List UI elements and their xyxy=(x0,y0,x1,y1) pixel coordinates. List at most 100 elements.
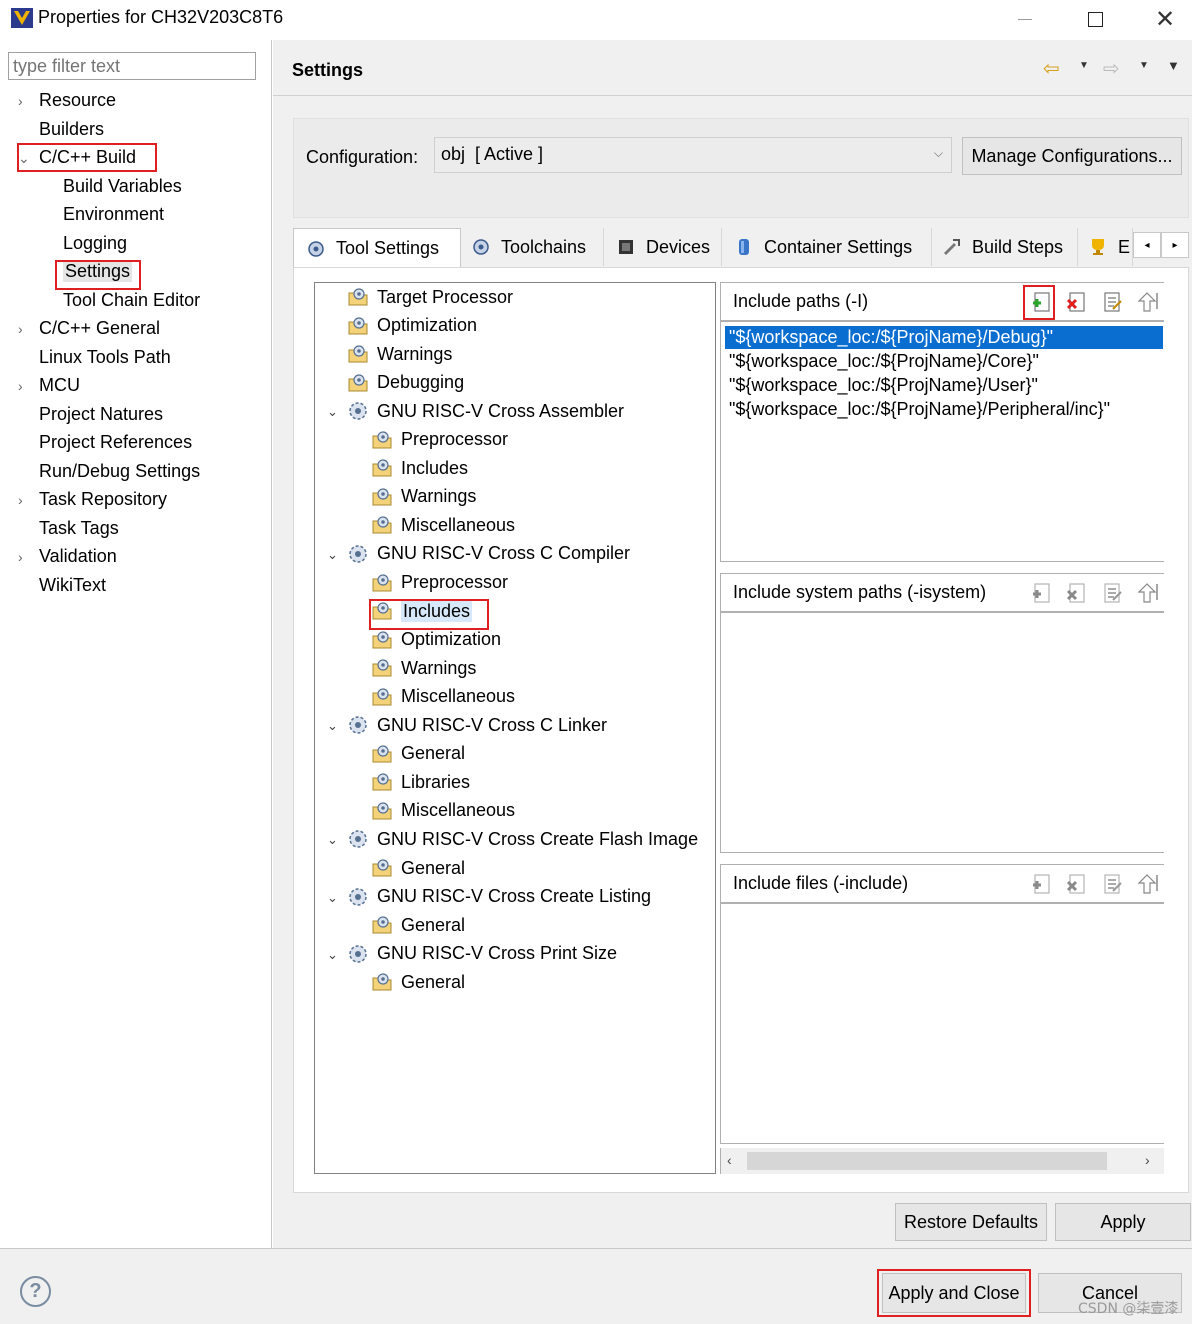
chevron-right-icon[interactable]: › xyxy=(18,492,23,508)
nav-item-c-c-general[interactable]: C/C++ General xyxy=(39,318,160,339)
option-category-icon xyxy=(372,431,392,449)
tool-group[interactable]: GNU RISC-V Cross Assembler xyxy=(347,400,624,422)
tool-option-item[interactable]: Miscellaneous xyxy=(371,800,515,822)
chevron-down-icon[interactable]: ⌄ xyxy=(327,947,338,963)
panel-list[interactable]: "${workspace_loc:/${ProjName}/Debug}" "${… xyxy=(720,322,1164,562)
delete-icon[interactable] xyxy=(1064,289,1090,315)
panel-list[interactable] xyxy=(720,613,1164,853)
tool-option-item[interactable]: Warnings xyxy=(371,486,476,508)
nav-item-wikitext[interactable]: WikiText xyxy=(39,575,106,596)
chevron-right-icon[interactable]: › xyxy=(18,378,23,394)
nav-item-build-variables[interactable]: Build Variables xyxy=(63,176,182,197)
include-path-item[interactable]: "${workspace_loc:/${ProjName}/Core}" xyxy=(725,350,1039,373)
tab-build-artifact[interactable]: E xyxy=(1078,228,1133,266)
tab-devices[interactable]: Devices xyxy=(604,228,722,266)
minimize-button[interactable] xyxy=(990,0,1060,38)
chevron-right-icon[interactable]: › xyxy=(18,321,23,337)
tool-icon xyxy=(349,402,367,420)
tool-settings-tree[interactable]: Target Processor Optimization Warnings Debu… xyxy=(314,282,716,1174)
tool-option-item[interactable]: Preprocessor xyxy=(371,572,508,594)
chevron-down-icon[interactable]: ⌄ xyxy=(327,832,338,848)
nav-item-linux-tools-path[interactable]: Linux Tools Path xyxy=(39,347,171,368)
nav-item-builders[interactable]: Builders xyxy=(39,119,104,140)
tool-group[interactable]: GNU RISC-V Cross Print Size xyxy=(347,943,617,965)
restore-defaults-button[interactable]: Restore Defaults xyxy=(895,1203,1047,1241)
tab-scroll-right[interactable]: ▸ xyxy=(1161,232,1189,258)
chevron-right-icon[interactable]: › xyxy=(18,93,23,109)
tool-option-item[interactable]: Miscellaneous xyxy=(371,686,515,708)
view-menu-icon[interactable]: ▼ xyxy=(1167,58,1180,73)
tool-option-item[interactable]: Preprocessor xyxy=(371,429,508,451)
nav-item-project-natures[interactable]: Project Natures xyxy=(39,404,163,425)
tool-option-item[interactable]: General xyxy=(371,857,465,879)
tool-option-item[interactable]: Optimization xyxy=(347,315,477,337)
container-icon xyxy=(739,239,749,255)
nav-item-mcu[interactable]: MCU xyxy=(39,375,80,396)
tool-option-item[interactable]: Miscellaneous xyxy=(371,514,515,536)
move-up-icon[interactable] xyxy=(1134,289,1160,315)
tab-container-settings[interactable]: Container Settings xyxy=(722,228,932,266)
move-up-icon[interactable] xyxy=(1134,871,1160,897)
back-dropdown-icon[interactable]: ▼ xyxy=(1079,60,1089,71)
chevron-right-icon[interactable]: › xyxy=(1145,1152,1150,1168)
nav-item-tool-chain-editor[interactable]: Tool Chain Editor xyxy=(63,290,200,311)
include-path-item[interactable]: "${workspace_loc:/${ProjName}/Debug}" xyxy=(725,326,1163,349)
tab-tool-settings[interactable]: Tool Settings xyxy=(293,228,461,268)
chevron-down-icon[interactable]: ⌄ xyxy=(327,718,338,734)
tool-option-item[interactable]: General xyxy=(371,914,465,936)
close-button[interactable]: ✕ xyxy=(1130,0,1192,38)
add-icon[interactable] xyxy=(1029,871,1055,897)
tool-option-item[interactable]: Warnings xyxy=(347,343,452,365)
tool-option-item[interactable]: Debugging xyxy=(347,372,464,394)
move-up-icon[interactable] xyxy=(1134,580,1160,606)
tool-option-item[interactable]: General xyxy=(371,743,465,765)
nav-item-validation[interactable]: Validation xyxy=(39,546,117,567)
chevron-right-icon[interactable]: › xyxy=(18,549,23,565)
edit-icon[interactable] xyxy=(1099,871,1125,897)
filter-input[interactable] xyxy=(8,52,256,80)
delete-icon[interactable] xyxy=(1064,871,1090,897)
nav-item-run-debug-settings[interactable]: Run/Debug Settings xyxy=(39,461,200,482)
tab-toolchains[interactable]: Toolchains xyxy=(461,228,604,266)
apply-button[interactable]: Apply xyxy=(1055,1203,1191,1241)
include-path-item[interactable]: "${workspace_loc:/${ProjName}/User}" xyxy=(725,374,1038,397)
tab-scroll-left[interactable]: ◂ xyxy=(1133,232,1161,258)
nav-item-logging[interactable]: Logging xyxy=(63,233,127,254)
scrollbar-thumb[interactable] xyxy=(747,1152,1107,1170)
tool-option-item[interactable]: General xyxy=(371,971,465,993)
tool-option-item[interactable]: Includes xyxy=(371,457,468,479)
chevron-down-icon[interactable]: ⌄ xyxy=(327,547,338,563)
include-path-item[interactable]: "${workspace_loc:/${ProjName}/Peripheral… xyxy=(725,398,1110,421)
delete-icon[interactable] xyxy=(1064,580,1090,606)
tool-option-item[interactable]: Libraries xyxy=(371,771,470,793)
nav-item-task-tags[interactable]: Task Tags xyxy=(39,518,119,539)
chevron-down-icon[interactable]: ⌄ xyxy=(327,890,338,906)
add-icon[interactable] xyxy=(1029,580,1055,606)
tool-group[interactable]: GNU RISC-V Cross Create Flash Image xyxy=(347,828,698,850)
tool-option-item[interactable]: Optimization xyxy=(371,629,501,651)
chevron-left-icon[interactable]: ‹ xyxy=(727,1152,732,1168)
manage-configurations-button[interactable]: Manage Configurations... xyxy=(962,137,1182,175)
horizontal-scrollbar[interactable]: ‹ › xyxy=(720,1148,1164,1174)
chevron-down-icon[interactable]: ⌄ xyxy=(327,404,338,420)
tool-group[interactable]: GNU RISC-V Cross Create Listing xyxy=(347,886,651,908)
configuration-select[interactable]: obj [ Active ] ⌵ xyxy=(434,137,952,173)
panel-list[interactable] xyxy=(720,904,1164,1144)
tool-group[interactable]: GNU RISC-V Cross C Compiler xyxy=(347,543,630,565)
back-arrow-icon[interactable]: ⇦ xyxy=(1043,56,1060,81)
forward-dropdown-icon[interactable]: ▼ xyxy=(1139,60,1149,71)
nav-item-resource[interactable]: Resource xyxy=(39,90,116,111)
configuration-group: Configuration: obj [ Active ] ⌵ Manage C… xyxy=(293,118,1189,218)
tool-option-item[interactable]: Warnings xyxy=(371,657,476,679)
nav-item-environment[interactable]: Environment xyxy=(63,204,164,225)
nav-item-task-repository[interactable]: Task Repository xyxy=(39,489,167,510)
tool-group[interactable]: GNU RISC-V Cross C Linker xyxy=(347,714,607,736)
nav-item-project-references[interactable]: Project References xyxy=(39,432,192,453)
maximize-button[interactable] xyxy=(1060,0,1130,38)
tool-option-item[interactable]: Target Processor xyxy=(347,286,513,308)
edit-icon[interactable] xyxy=(1099,289,1125,315)
forward-arrow-icon[interactable]: ⇨ xyxy=(1103,56,1120,81)
help-button[interactable]: ? xyxy=(20,1276,51,1307)
edit-icon[interactable] xyxy=(1099,580,1125,606)
tab-build-steps[interactable]: Build Steps xyxy=(932,228,1078,266)
